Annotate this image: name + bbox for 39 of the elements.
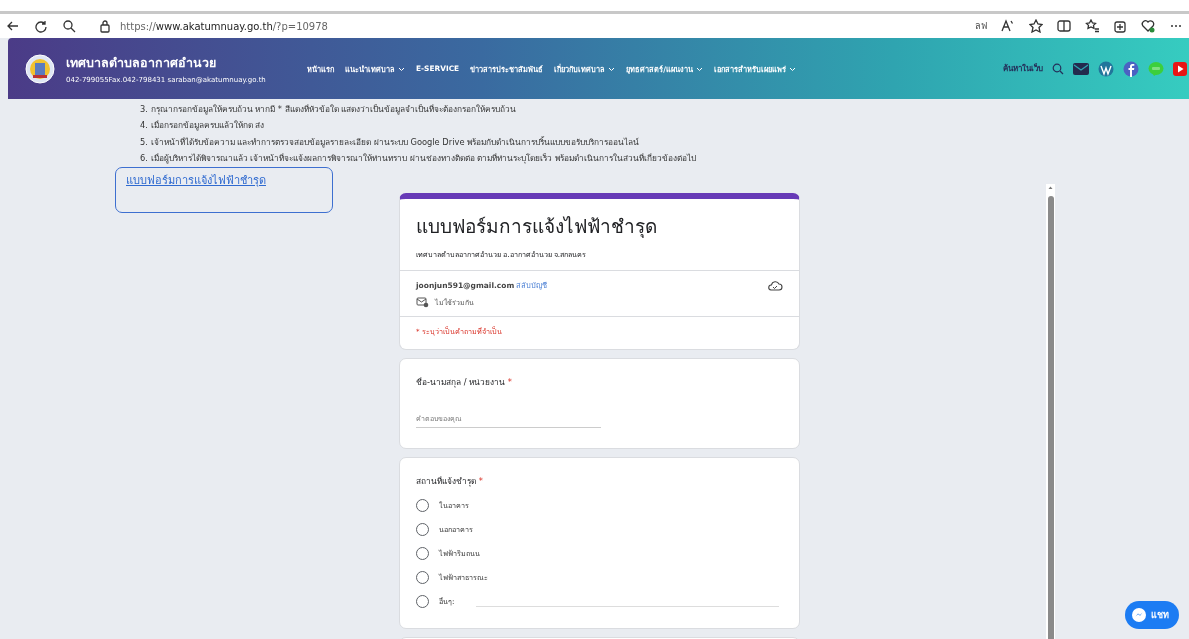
star-icon[interactable] [1029, 19, 1043, 33]
scrollbar[interactable] [1046, 184, 1055, 639]
mail-off-icon [416, 296, 429, 309]
chevron-down-icon [398, 65, 405, 72]
wordpress-logo[interactable] [1098, 60, 1114, 77]
instruction-text: 3. กรุณากรอกข้อมูลให้ครบถ้วน หากมี * สีแดงที่หัวข้อใด แสดงว่าเป็นข้อมูลจำเป็นที่จะต้องกรอกให้ครบถ้วน [140, 103, 518, 117]
back-icon[interactable] [6, 19, 20, 33]
read-aloud-icon[interactable] [1001, 19, 1015, 33]
url-text: https://www.akatumnuay.go.th/?p=10978 [120, 20, 328, 32]
chat-button[interactable]: แชท [1125, 601, 1179, 629]
site-name[interactable]: เทศบาลตำบลอากาศอำนวย [66, 53, 266, 73]
scroll-up-icon[interactable] [1046, 184, 1055, 192]
form-link[interactable]: แบบฟอร์มการแจ้งไฟฟ้าชำรุด [126, 171, 266, 190]
search-icon[interactable] [1052, 62, 1064, 75]
cloud-saved-icon [767, 279, 783, 294]
instruction-text: 4. เมื่อกรอกข้อมูลครบแล้วให้กด ส่ง [140, 119, 266, 133]
question-label: สถานที่แจ้งชำรุด * [416, 475, 484, 489]
translate-button[interactable]: ลฟ [975, 19, 987, 33]
municipality-logo [25, 53, 55, 84]
messenger-icon [1132, 608, 1146, 622]
health-icon[interactable] [1141, 19, 1155, 33]
question-label: ชื่อ-นามสกุล / หน่วยงาน * [416, 376, 513, 390]
site-search-link[interactable]: ค้นหาในเว็บ [1003, 62, 1043, 75]
scrollbar-thumb[interactable] [1047, 196, 1054, 639]
instruction-text: 6. เมื่อผู้บริหารได้พิจารณาแล้ว เจ้าหน้าที่จะแจ้งผลการพิจารณาให้ท่านทราบ ผ่านช่องทางติดต่อ ตามที่ท่านระบุโดยเร็ว พร้อมดำเนินการในส่วนที่เกี่ยวข้องต่อไป [140, 151, 698, 166]
reload-icon[interactable] [34, 19, 48, 33]
lock-icon [98, 19, 112, 33]
instruction-text: 5. เจ้าหน้าที่ได้รับข้อความ และทำการตรวจสอบข้อมูลรายละเอียด ผ่านระบบ Google Drive พร้อมกับดำเนินการปริ้นแบบขอรับบริการออนไลน์ [140, 135, 641, 150]
collections-icon[interactable] [1113, 19, 1127, 33]
play-icon[interactable] [1173, 60, 1187, 77]
search-icon[interactable] [62, 19, 76, 33]
facebook-logo[interactable] [1123, 60, 1139, 77]
favorites-icon[interactable] [1085, 19, 1099, 33]
mail-icon[interactable] [1073, 60, 1089, 77]
chevron-down-icon [608, 65, 616, 72]
form-title: แบบฟอร์มการแจ้งไฟฟ้าชำรุด [415, 214, 658, 240]
chevron-down-icon [788, 65, 796, 72]
chevron-down-icon [695, 65, 703, 72]
split-screen-icon[interactable] [1057, 19, 1071, 33]
